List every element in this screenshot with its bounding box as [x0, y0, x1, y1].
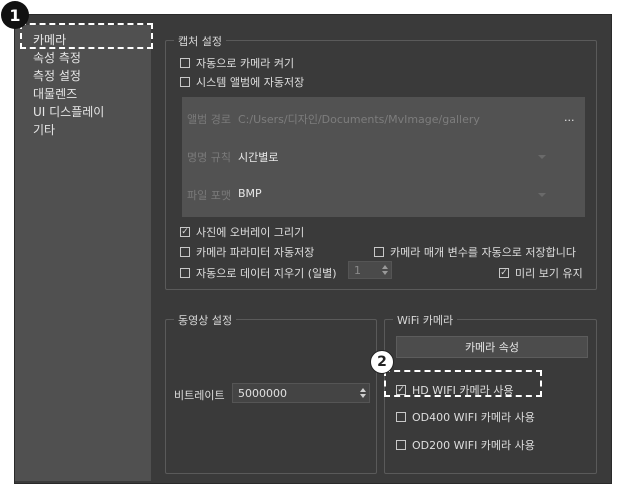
file-format-label: 파일 포맷 [187, 189, 231, 202]
bitrate-label: 비트레이트 [174, 389, 225, 402]
capture-settings-title: 캡처 설정 [174, 33, 226, 49]
od200-wifi-option[interactable]: OD200 WIFI 카메라 사용 [396, 437, 535, 453]
wifi-camera-title: WiFi 카메라 [393, 312, 458, 328]
settings-sidebar: 카메라 속성 측정 측정 설정 대물렌즈 UI 디스플레이 기타 [15, 25, 151, 481]
callout-box-camera [20, 23, 153, 49]
auto-clear-data-checkbox[interactable] [180, 268, 190, 278]
auto-camera-option[interactable]: 자동으로 카메라 켜기 [180, 55, 294, 71]
bitrate-value: 5000000 [238, 386, 287, 400]
settings-content: 캡처 설정 자동으로 카메라 켜기 시스템 앨범에 자동저장 앨범 경로 C:/… [155, 25, 610, 480]
od400-wifi-checkbox[interactable] [396, 412, 406, 422]
system-album-save-label: 시스템 앨범에 자동저장 [196, 76, 305, 89]
album-path-label: 앨범 경로 [187, 113, 231, 126]
od200-wifi-label: OD200 WIFI 카메라 사용 [412, 439, 535, 452]
system-album-save-checkbox[interactable] [180, 77, 190, 87]
system-album-save-option[interactable]: 시스템 앨범에 자동저장 [180, 74, 304, 90]
file-format-dropdown-icon[interactable] [538, 193, 546, 197]
album-path-browse-button[interactable]: ... [564, 111, 575, 124]
auto-clear-data-option[interactable]: 자동으로 데이터 지우기 (일별) [180, 265, 337, 281]
auto-clear-days-value: 1 [354, 263, 361, 277]
sidebar-item-ui-display[interactable]: UI 디스플레이 [33, 103, 104, 120]
album-path-field[interactable]: C:/Users/디자인/Documents/MvImage/gallery [238, 111, 480, 127]
sidebar-item-objective-lens[interactable]: 대물렌즈 [33, 85, 77, 102]
auto-save-params-option[interactable]: 카메라 파라미터 자동저장 [180, 244, 314, 260]
file-format-select[interactable]: BMP [238, 187, 262, 200]
naming-rule-select[interactable]: 시간별로 [238, 149, 278, 165]
auto-camera-checkbox[interactable] [180, 58, 190, 68]
camera-properties-button[interactable]: 카메라 속성 [396, 336, 588, 358]
overlay-label: 사진에 오버레이 그리기 [196, 226, 305, 239]
auto-clear-data-label: 자동으로 데이터 지우기 (일별) [196, 267, 337, 280]
auto-save-params-label: 카메라 파라미터 자동저장 [196, 246, 315, 259]
auto-save-params-long-label: 카메라 매개 변수를 자동으로 저장합니다 [390, 246, 577, 259]
od200-wifi-checkbox[interactable] [396, 440, 406, 450]
sidebar-item-measure-settings[interactable]: 측정 설정 [33, 67, 81, 84]
naming-rule-dropdown-icon[interactable] [538, 155, 546, 159]
album-settings-panel: 앨범 경로 C:/Users/디자인/Documents/MvImage/gal… [182, 97, 585, 217]
overlay-checkbox[interactable]: ✓ [180, 227, 190, 237]
capture-settings-group: 캡처 설정 자동으로 카메라 켜기 시스템 앨범에 자동저장 앨범 경로 C:/… [165, 33, 597, 290]
video-settings-title: 동영상 설정 [174, 312, 237, 328]
auto-camera-label: 자동으로 카메라 켜기 [196, 57, 295, 70]
od400-wifi-option[interactable]: OD400 WIFI 카메라 사용 [396, 409, 535, 425]
video-settings-group: 동영상 설정 비트레이트 5000000 [165, 312, 377, 474]
auto-clear-days-spinbox[interactable]: 1 [348, 261, 392, 279]
callout-badge-one: 1 [1, 1, 29, 29]
spin-arrows-icon[interactable] [382, 265, 388, 275]
od400-wifi-label: OD400 WIFI 카메라 사용 [412, 411, 535, 424]
auto-save-params-long-checkbox[interactable] [374, 247, 384, 257]
callout-badge-two: 2 [370, 350, 394, 374]
keep-preview-checkbox[interactable]: ✓ [499, 268, 509, 278]
bitrate-spinbox[interactable]: 5000000 [232, 383, 370, 403]
callout-box-hd-wifi [384, 370, 542, 397]
auto-save-params-checkbox[interactable] [180, 247, 190, 257]
auto-save-params-long-option[interactable]: 카메라 매개 변수를 자동으로 저장합니다 [374, 244, 576, 260]
keep-preview-label: 미리 보기 유지 [515, 267, 583, 280]
sidebar-item-other[interactable]: 기타 [33, 121, 55, 138]
sidebar-item-property-measure[interactable]: 속성 측정 [33, 49, 81, 66]
keep-preview-option[interactable]: ✓ 미리 보기 유지 [499, 265, 583, 281]
naming-rule-label: 명명 규칙 [187, 151, 231, 164]
overlay-option[interactable]: ✓ 사진에 오버레이 그리기 [180, 224, 304, 240]
bitrate-spin-arrows-icon[interactable] [360, 388, 366, 398]
